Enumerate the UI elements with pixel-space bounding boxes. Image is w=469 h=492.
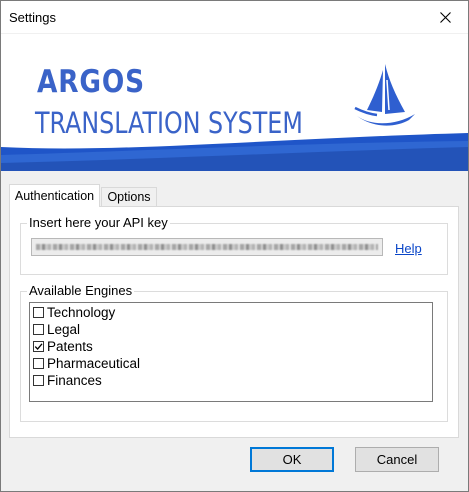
engine-checkbox[interactable] (33, 341, 44, 352)
engine-checkbox[interactable] (33, 375, 44, 386)
sailboat-logo-icon (354, 64, 415, 126)
api-key-group: Insert here your API key Help (20, 215, 448, 275)
engine-checkbox[interactable] (33, 358, 44, 369)
engine-item-pharmaceutical[interactable]: Pharmaceutical (33, 355, 140, 372)
engine-label: Legal (47, 322, 81, 337)
title-bar: Settings (1, 1, 468, 33)
engines-listbox[interactable]: Technology Legal Patents Pharmaceutical (29, 302, 433, 402)
engine-label: Pharmaceutical (47, 356, 141, 371)
checkmark-icon (34, 343, 43, 350)
engine-checkbox[interactable] (33, 324, 44, 335)
ok-button[interactable]: OK (250, 447, 334, 472)
close-button[interactable] (422, 1, 468, 33)
api-key-group-label: Insert here your API key (27, 215, 170, 230)
engine-label: Finances (47, 373, 102, 388)
tab-authentication[interactable]: Authentication (9, 184, 100, 207)
cancel-button[interactable]: Cancel (355, 447, 439, 472)
engine-item-technology[interactable]: Technology (33, 304, 115, 321)
settings-dialog: Settings ARGOS TRANSLATION SYSTEM Authen… (0, 0, 469, 492)
api-key-value-redacted (36, 244, 378, 250)
engine-label: Patents (47, 339, 93, 354)
window-title: Settings (9, 10, 56, 25)
tab-options[interactable]: Options (101, 187, 157, 206)
engine-item-legal[interactable]: Legal (33, 321, 80, 338)
engine-checkbox[interactable] (33, 307, 44, 318)
authentication-panel: Insert here your API key Help Available … (9, 206, 459, 438)
api-key-field[interactable] (31, 238, 383, 256)
engine-item-patents[interactable]: Patents (33, 338, 93, 355)
engine-label: Technology (47, 305, 116, 320)
help-link[interactable]: Help (395, 241, 422, 256)
brand-banner: ARGOS TRANSLATION SYSTEM (1, 34, 468, 171)
banner-wave (1, 133, 468, 171)
close-icon (439, 11, 451, 23)
engine-item-finances[interactable]: Finances (33, 372, 102, 389)
engines-group: Available Engines Technology Legal Paten… (20, 283, 448, 422)
brand-name: ARGOS (37, 64, 145, 100)
engines-group-label: Available Engines (27, 283, 135, 298)
